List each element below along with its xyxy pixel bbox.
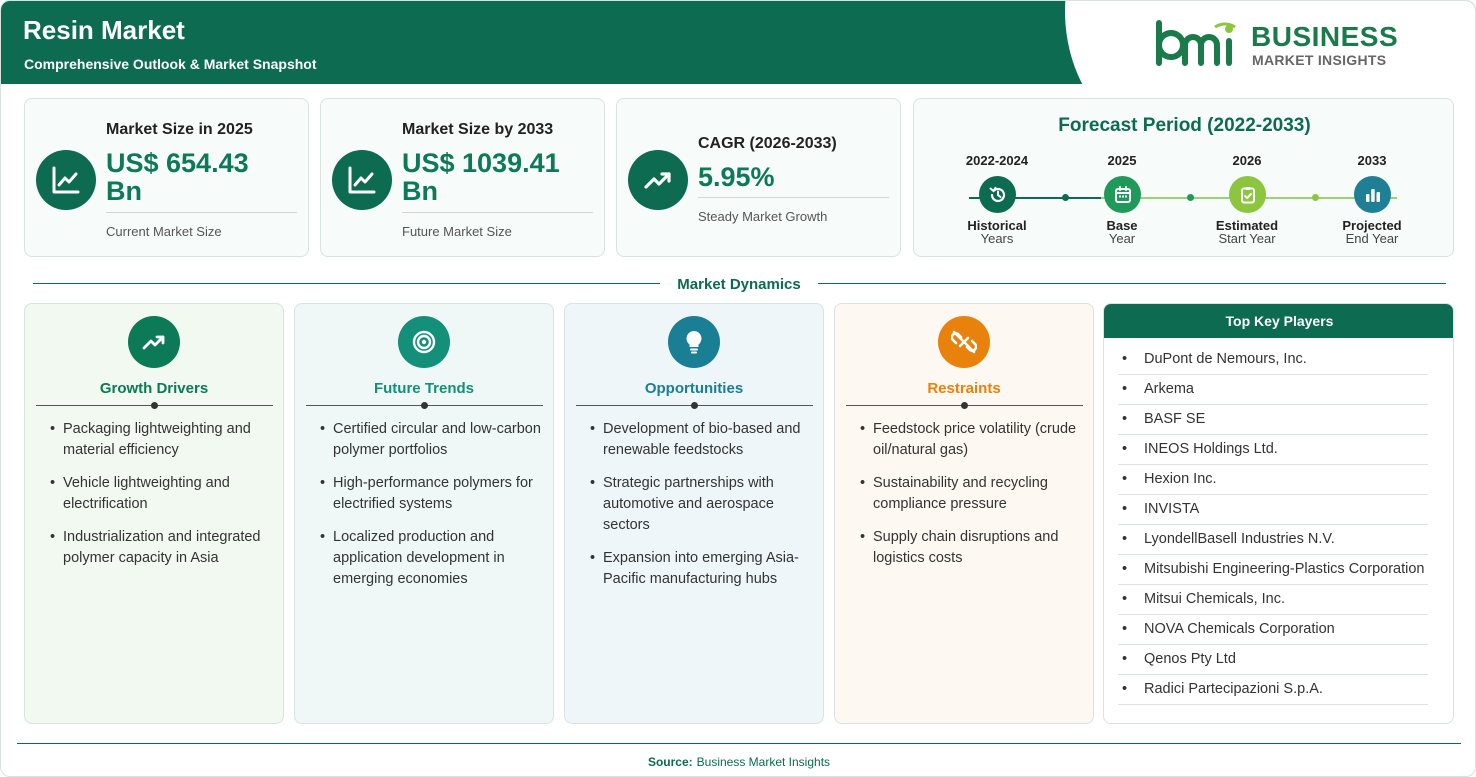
header-banner: Resin Market Comprehensive Outlook & Mar… [1,1,1475,141]
list-item: DuPont de Nemours, Inc. [1118,345,1428,375]
broken-link-icon [938,316,990,368]
company-logo: BUSINESS MARKET INSIGHTS [1155,19,1455,69]
trend-up-icon [128,316,180,368]
column-list: Packaging lightweighting and material ef… [50,419,277,581]
list-item: BASF SE [1118,405,1428,435]
list-item: INEOS Holdings Ltd. [1118,435,1428,465]
bmi-logo-icon [1156,20,1236,66]
timeline-step-projected: 2033 Projected End Year [1342,153,1402,246]
stat-value: US$ 1039.41 Bn [402,148,560,206]
list-item: Mitsui Chemicals, Inc. [1118,585,1428,615]
divider [106,212,297,213]
stat-card-market-size-2033: Market Size by 2033 US$ 1039.41 Bn Future… [320,98,605,257]
dynamics-column-growth-drivers: Growth Drivers Packaging lightweighting … [24,303,284,724]
column-list: Feedstock price volatility (crude oil/na… [860,419,1087,581]
list-item: Hexion Inc. [1118,465,1428,495]
source-line: Source: Business Market Insights [1,755,1475,769]
list-item: Development of bio-based and renewable f… [590,419,817,461]
dynamics-column-opportunities: Opportunities Development of bio-based a… [564,303,824,724]
column-title: Restraints [927,380,1001,397]
list-item: Certified circular and low-carbon polyme… [320,419,547,461]
history-icon [978,176,1016,213]
timeline-step-historical: 2022-2024 Historical Years [965,153,1029,246]
top-key-players-panel: Top Key Players DuPont de Nemours, Inc. … [1103,303,1454,724]
list-item: Localized production and application dev… [320,527,547,590]
forecast-title: Forecast Period (2022-2033) [1058,115,1311,136]
dynamics-column-future-trends: Future Trends Certified circular and low… [294,303,554,724]
stat-label: CAGR (2026-2033) [698,135,837,152]
column-title: Opportunities [644,380,744,397]
players-list: DuPont de Nemours, Inc. Arkema BASF SE I… [1118,345,1428,705]
stat-label: Market Size in 2025 [106,121,253,138]
infographic-frame: Resin Market Comprehensive Outlook & Mar… [0,0,1476,777]
stat-value: US$ 654.43 Bn [106,148,249,206]
line-chart-icon [36,150,96,210]
logo-text-business: BUSINESS [1251,21,1399,52]
list-item: Mitsubishi Engineering-Plastics Corporat… [1118,555,1428,585]
trend-up-icon [628,150,688,210]
footer-divider [17,743,1461,744]
players-title: Top Key Players [1104,304,1453,338]
lightbulb-icon [668,316,720,368]
list-item: High-performance polymers for electrifie… [320,473,547,515]
source-value: Business Market Insights [696,755,831,769]
list-item: INVISTA [1118,495,1428,525]
section-title-market-dynamics: Market Dynamics [677,276,801,293]
list-item: Feedstock price volatility (crude oil/na… [860,419,1087,461]
logo-area: BUSINESS MARKET INSIGHTS [1065,1,1475,141]
page-title: Resin Market [23,15,185,45]
list-item: Strategic partnerships with automotive a… [590,473,817,536]
timeline-step-base: 2025 Base Year [1067,153,1177,245]
list-item: Industrialization and integrated polymer… [50,527,277,569]
stat-card-cagr: CAGR (2026-2033) 5.95% Steady Market Gro… [616,98,901,257]
timeline-step-estimated: 2026 Estimated Start Year [1215,153,1279,246]
stat-label: Market Size by 2033 [402,121,554,138]
divider-dot [151,402,158,409]
target-icon [398,316,450,368]
column-list: Certified circular and low-carbon polyme… [320,419,547,602]
column-title: Growth Drivers [99,380,209,397]
divider-dot [961,402,968,409]
list-item: Expansion into emerging Asia-Pacific man… [590,548,817,590]
list-item: Arkema [1118,375,1428,405]
list-item: Qenos Pty Ltd [1118,645,1428,675]
divider [698,197,889,198]
forecast-period-card: Forecast Period (2022-2033) 2022-2024 Hi… [913,98,1454,257]
list-item: Supply chain disruptions and logistics c… [860,527,1087,569]
bar-chart-icon [1353,176,1391,213]
list-item: Sustainability and recycling compliance … [860,473,1087,515]
logo-text-market-insights: MARKET INSIGHTS [1252,52,1387,68]
stat-note: Current Market Size [106,224,222,239]
page-subtitle: Comprehensive Outlook & Market Snapshot [24,56,317,72]
line-chart-icon [332,150,392,210]
divider [402,212,593,213]
divider-dot [421,402,428,409]
list-item: LyondellBasell Industries N.V. [1118,525,1428,555]
list-item: Packaging lightweighting and material ef… [50,419,277,461]
stat-note: Future Market Size [402,224,512,239]
stat-note: Steady Market Growth [698,209,828,224]
list-item: Vehicle lightweighting and electrificati… [50,473,277,515]
list-item: NOVA Chemicals Corporation [1118,615,1428,645]
dynamics-column-restraints: Restraints Feedstock price volatility (c… [834,303,1094,724]
list-item: Radici Partecipazioni S.p.A. [1118,675,1428,705]
stat-value: 5.95% [698,162,775,192]
source-label: Source: [647,755,693,769]
clipboard-check-icon [1228,176,1266,213]
column-title: Future Trends [373,380,474,397]
stat-card-market-size-2025: Market Size in 2025 US$ 654.43 Bn Current… [24,98,309,257]
calendar-icon [1103,176,1141,213]
column-list: Development of bio-based and renewable f… [590,419,817,602]
divider-dot [691,402,698,409]
